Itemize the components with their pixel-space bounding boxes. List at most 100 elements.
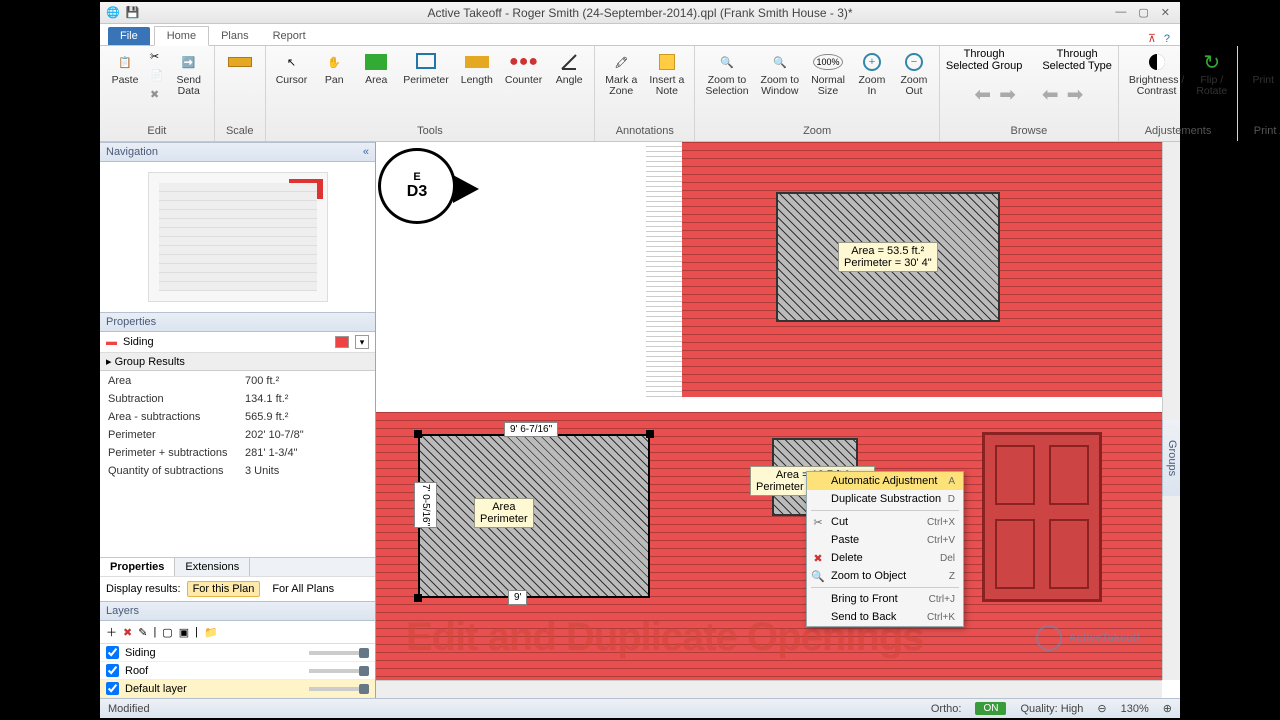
- print-button[interactable]: 🖨Print: [1244, 48, 1280, 88]
- window-opening-selected[interactable]: [418, 434, 650, 598]
- normal-size-button[interactable]: 100%Normal Size: [807, 48, 849, 99]
- groups-tab[interactable]: Groups: [1162, 420, 1180, 496]
- layer-name[interactable]: Siding: [125, 647, 156, 659]
- layer-show-icon[interactable]: ▢: [162, 626, 172, 639]
- save-icon[interactable]: 💾: [126, 6, 140, 19]
- prop-val: 565.9 ft.²: [239, 409, 373, 425]
- tab-file[interactable]: File: [108, 27, 150, 45]
- layer-color-swatch[interactable]: [335, 336, 349, 348]
- layer-visible-checkbox[interactable]: [106, 664, 119, 677]
- browse-next-type-button[interactable]: ➡: [1067, 82, 1084, 107]
- ortho-toggle[interactable]: ON: [975, 702, 1006, 715]
- collapse-ribbon-icon[interactable]: ⊼: [1148, 32, 1156, 45]
- browse-prev-group-button[interactable]: ⬅: [974, 82, 991, 107]
- zoom-out-button[interactable]: −Zoom Out: [895, 48, 933, 99]
- vertical-scrollbar[interactable]: [1162, 142, 1180, 680]
- paste-button[interactable]: 📋Paste: [106, 48, 144, 88]
- status-bar: Modified Ortho: ON Quality: High ⊖ 130% …: [100, 698, 1180, 718]
- length-button[interactable]: Length: [457, 48, 497, 88]
- context-item[interactable]: Bring to FrontCtrl+J: [807, 590, 963, 608]
- layer-visible-checkbox[interactable]: [106, 682, 119, 695]
- context-item[interactable]: Automatic AdjustmentA: [807, 472, 963, 490]
- prop-val: 281' 1-3/4": [239, 445, 373, 461]
- layer-edit-icon[interactable]: ✎: [138, 626, 147, 639]
- prop-key: Subtraction: [102, 391, 237, 407]
- resize-handle[interactable]: [414, 594, 422, 602]
- help-icon[interactable]: ?: [1164, 33, 1170, 45]
- zoom-out-status-button[interactable]: ⊖: [1097, 702, 1106, 715]
- zoom-in-status-button[interactable]: ⊕: [1163, 702, 1172, 715]
- tab-home[interactable]: Home: [154, 26, 209, 46]
- layer-name[interactable]: Default layer: [125, 683, 187, 695]
- window-title: Active Takeoff - Roger Smith (24-Septemb…: [427, 6, 852, 20]
- layer-opacity-slider[interactable]: [309, 651, 369, 655]
- navigation-thumbnail[interactable]: [100, 162, 375, 312]
- status-zoom: 130%: [1121, 703, 1149, 715]
- prop-val: 134.1 ft.²: [239, 391, 373, 407]
- angle-button[interactable]: Angle: [550, 48, 588, 88]
- zoom-window-button[interactable]: 🔍Zoom to Window: [757, 48, 804, 99]
- layer-visible-checkbox[interactable]: [106, 646, 119, 659]
- cut-icon[interactable]: ✂: [148, 48, 166, 65]
- browse-next-group-button[interactable]: ➡: [999, 82, 1016, 107]
- layer-folder-icon[interactable]: 📁: [204, 626, 218, 639]
- elevation-marker: E D3: [378, 148, 456, 224]
- delete-icon[interactable]: ✖: [148, 86, 166, 103]
- cursor-button[interactable]: ↖Cursor: [272, 48, 312, 88]
- ribbon: 📋Paste ✂ 📄 ✖ ➡️Send Data Edit Scale ↖Cur…: [100, 46, 1180, 142]
- layers-panel-title: Layers: [100, 601, 375, 621]
- context-item[interactable]: ✖DeleteDel: [807, 549, 963, 567]
- layer-add-icon[interactable]: ＋: [106, 624, 117, 640]
- display-for-all-plans[interactable]: For All Plans: [266, 581, 340, 597]
- pan-button[interactable]: ✋Pan: [315, 48, 353, 88]
- zoom-selection-button[interactable]: 🔍Zoom to Selection: [701, 48, 752, 99]
- prop-key: Area - subtractions: [102, 409, 237, 425]
- group-results-header[interactable]: ▸ Group Results: [100, 353, 375, 371]
- insert-note-button[interactable]: Insert a Note: [645, 48, 688, 99]
- drawing-canvas[interactable]: E D3 Area = 53.5 ft.²Perimeter = 30' 4" …: [376, 142, 1162, 680]
- context-item[interactable]: Send to BackCtrl+K: [807, 608, 963, 626]
- context-item[interactable]: 🔍Zoom to ObjectZ: [807, 567, 963, 585]
- nav-collapse-icon[interactable]: «: [363, 146, 369, 158]
- tab-extensions[interactable]: Extensions: [175, 558, 250, 576]
- properties-panel-title: Properties: [100, 312, 375, 332]
- tab-report[interactable]: Report: [261, 27, 318, 45]
- resize-handle[interactable]: [646, 430, 654, 438]
- layer-hide-icon[interactable]: ▣: [179, 626, 189, 639]
- ribbon-tabs: File Home Plans Report ⊼ ?: [100, 24, 1180, 46]
- counter-button[interactable]: ●●●Counter: [501, 48, 546, 88]
- context-item[interactable]: Duplicate SubstractionD: [807, 490, 963, 508]
- prop-key: Quantity of subtractions: [102, 463, 237, 479]
- layer-delete-icon[interactable]: ✖: [123, 626, 132, 639]
- horizontal-scrollbar[interactable]: [376, 680, 1162, 698]
- display-for-this-plan[interactable]: For this Plan: [187, 581, 261, 597]
- resize-handle[interactable]: [414, 430, 422, 438]
- copy-icon[interactable]: 📄: [148, 67, 166, 84]
- tab-plans[interactable]: Plans: [209, 27, 261, 45]
- maximize-button[interactable]: ▢: [1138, 6, 1148, 19]
- navigation-panel-title: Navigation«: [100, 142, 375, 162]
- context-item[interactable]: PasteCtrl+V: [807, 531, 963, 549]
- layer-opacity-slider[interactable]: [309, 669, 369, 673]
- context-item[interactable]: ✂CutCtrl+X: [807, 513, 963, 531]
- context-menu: Automatic AdjustmentADuplicate Substract…: [806, 471, 964, 627]
- area-button[interactable]: Area: [357, 48, 395, 88]
- minimize-button[interactable]: —: [1115, 6, 1126, 19]
- dimension-side: 7' 0-5/16": [414, 482, 437, 528]
- prop-key: Perimeter + subtractions: [102, 445, 237, 461]
- flip-rotate-button[interactable]: ↻Flip / Rotate: [1192, 48, 1231, 99]
- scale-button[interactable]: [221, 48, 259, 88]
- tab-properties[interactable]: Properties: [100, 558, 175, 576]
- close-button[interactable]: ✕: [1161, 6, 1170, 19]
- zoom-in-button[interactable]: +Zoom In: [853, 48, 891, 99]
- send-data-button[interactable]: ➡️Send Data: [170, 48, 208, 99]
- mark-zone-button[interactable]: 🖍Mark a Zone: [601, 48, 641, 99]
- properties-table: Area700 ft.²Subtraction134.1 ft.²Area - …: [100, 371, 375, 481]
- layer-name[interactable]: Roof: [125, 665, 148, 677]
- perimeter-button[interactable]: Perimeter: [399, 48, 453, 88]
- layer-opacity-slider[interactable]: [309, 687, 369, 691]
- layer-dropdown-button[interactable]: ▾: [355, 335, 369, 349]
- brightness-contrast-button[interactable]: Brightness / Contrast: [1125, 48, 1188, 99]
- browse-prev-type-button[interactable]: ⬅: [1042, 82, 1059, 107]
- status-quality: Quality: High: [1020, 703, 1083, 715]
